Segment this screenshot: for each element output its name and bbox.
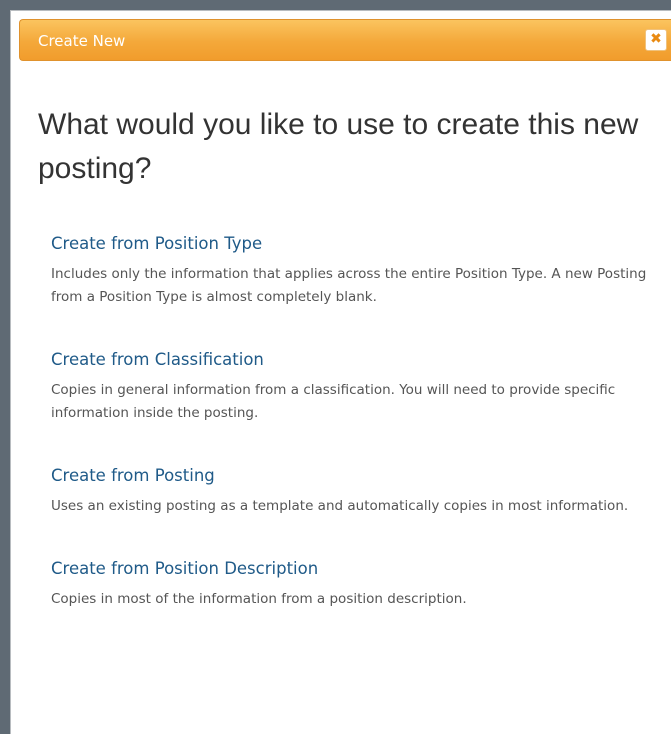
close-button[interactable]: ✖ <box>645 29 667 51</box>
create-new-dialog: Create New ✖ What would you like to use … <box>10 10 671 734</box>
option-description: Copies in general information from a cla… <box>51 382 616 421</box>
dialog-titlebar: Create New ✖ <box>19 19 671 61</box>
option-description: Uses an existing posting as a template a… <box>51 498 629 514</box>
create-from-posting-link[interactable]: Create from Posting <box>51 463 651 489</box>
option-position-description: Create from Position Description Copies … <box>51 556 651 611</box>
page-heading: What would you like to use to create thi… <box>38 108 639 185</box>
close-icon: ✖ <box>650 31 662 47</box>
option-posting: Create from Posting Uses an existing pos… <box>51 463 651 518</box>
create-options-list: Create from Position Type Includes only … <box>51 231 651 649</box>
option-position-type: Create from Position Type Includes only … <box>51 231 651 309</box>
create-from-position-type-link[interactable]: Create from Position Type <box>51 231 651 257</box>
create-from-classification-link[interactable]: Create from Classification <box>51 347 651 373</box>
option-description: Copies in most of the information from a… <box>51 591 467 607</box>
dialog-title: Create New <box>38 32 126 50</box>
option-description: Includes only the information that appli… <box>51 266 647 305</box>
create-from-position-description-link[interactable]: Create from Position Description <box>51 556 651 582</box>
option-classification: Create from Classification Copies in gen… <box>51 347 651 425</box>
